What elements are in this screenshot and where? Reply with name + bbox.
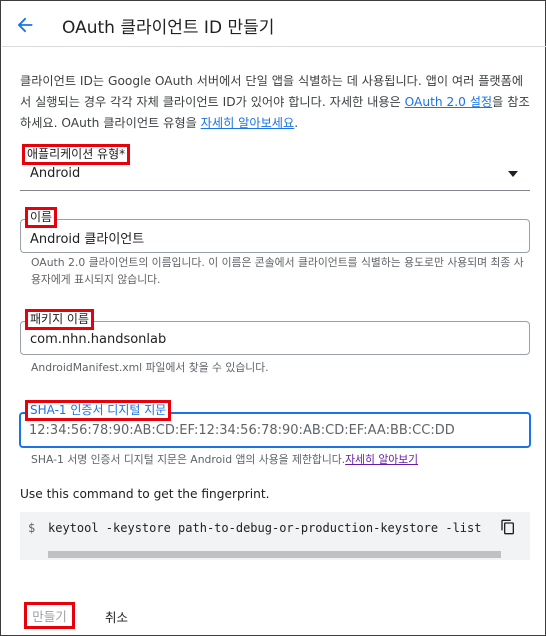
oauth-settings-link[interactable]: OAuth 2.0 설정 — [405, 95, 493, 109]
sha1-helper-text: SHA-1 서명 인증서 디지털 지문은 Android 앱의 사용을 제한합니… — [31, 453, 346, 466]
description-text-end: . — [294, 116, 299, 130]
package-helper: AndroidManifest.xml 파일에서 찾을 수 있습니다. — [31, 361, 269, 374]
package-label: 패키지 이름 — [25, 309, 95, 330]
code-scrollbar-thumb[interactable] — [48, 551, 501, 558]
code-prompt: $ — [28, 521, 36, 535]
required-mark: * — [119, 147, 126, 161]
code-scrollbar[interactable] — [20, 550, 530, 560]
code-block: $ keytool -keystore path-to-debug-or-pro… — [20, 512, 530, 560]
sha1-label: SHA-1 인증서 디지털 지문 — [25, 400, 172, 421]
dialog-frame: OAuth 클라이언트 ID 만들기 클라이언트 ID는 Google OAut… — [0, 0, 546, 636]
command-intro: Use this command to get the fingerprint. — [20, 487, 270, 501]
name-field[interactable] — [20, 219, 530, 253]
learn-more-link[interactable]: 자세히 알아보세요 — [201, 116, 295, 130]
package-input[interactable] — [30, 329, 510, 349]
app-type-value: Android — [30, 166, 81, 181]
app-type-label-text: 애플리케이션 유형 — [27, 147, 120, 161]
page-header: OAuth 클라이언트 ID 만들기 — [2, 2, 546, 47]
name-input[interactable] — [30, 227, 510, 247]
name-helper: OAuth 2.0 클라이언트의 이름입니다. 이 이름은 콘솔에서 클라이언트… — [31, 256, 524, 286]
code-command: keytool -keystore path-to-debug-or-produ… — [48, 521, 482, 535]
package-field[interactable] — [20, 321, 530, 355]
sha1-learn-more-link[interactable]: 자세히 알아보기 — [345, 453, 418, 466]
cancel-button[interactable]: 취소 — [99, 605, 134, 627]
sha1-helper: SHA-1 서명 인증서 디지털 지문은 Android 앱의 사용을 제한합니… — [31, 451, 526, 468]
page-title: OAuth 클라이언트 ID 만들기 — [62, 18, 275, 38]
name-label: 이름 — [25, 207, 58, 228]
caret-down-icon — [508, 171, 518, 177]
description: 클라이언트 ID는 Google OAuth 서버에서 단일 앱을 식별하는 데… — [20, 71, 530, 134]
sha1-input[interactable] — [29, 420, 509, 440]
create-button[interactable]: 만들기 — [24, 602, 75, 629]
app-type-label: 애플리케이션 유형* — [22, 144, 131, 165]
copy-icon[interactable] — [500, 518, 516, 536]
arrow-left-icon[interactable] — [14, 14, 36, 36]
